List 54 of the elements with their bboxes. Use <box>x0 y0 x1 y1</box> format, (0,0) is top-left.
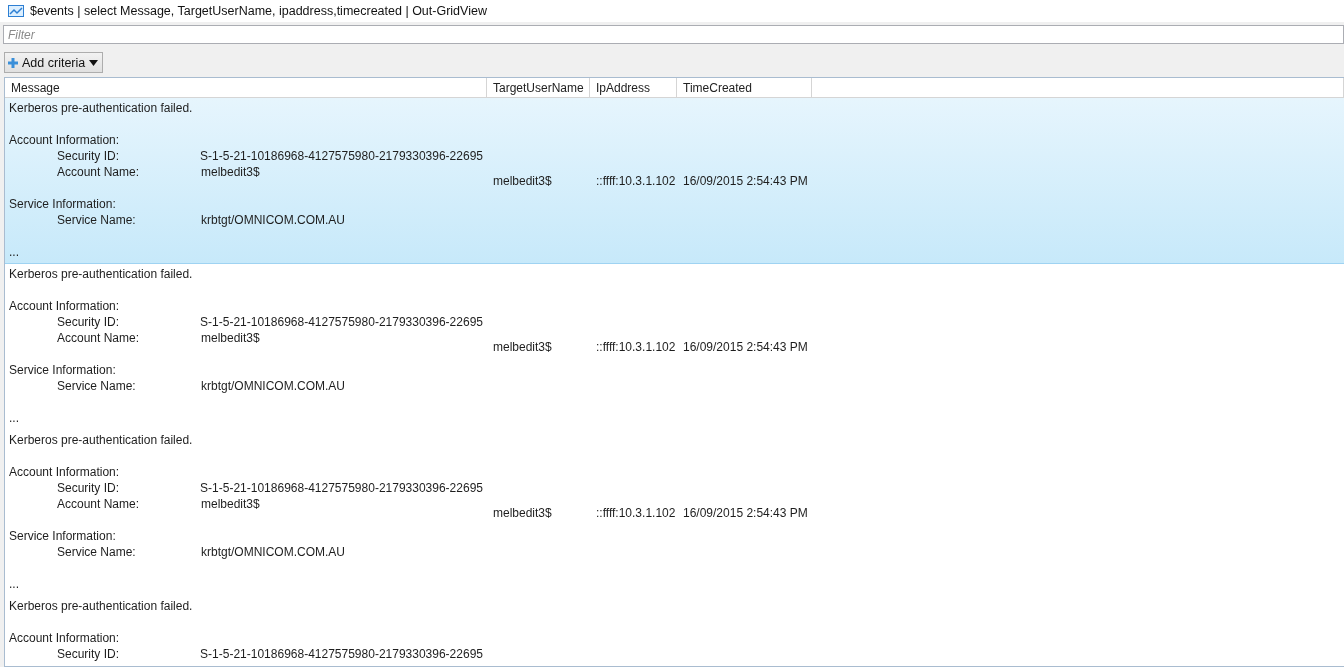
message-title: Kerberos pre-authentication failed. <box>9 432 194 448</box>
section-heading: Account Information: <box>9 132 121 148</box>
ellipsis: ... <box>9 244 20 260</box>
table-cell-text: ::ffff:10.3.1.102 <box>595 505 677 520</box>
table-cell-text: melbedit3$ <box>492 173 553 188</box>
field-value: melbedit3$ <box>201 496 260 512</box>
ellipsis: ... <box>9 576 20 592</box>
table-cell-text: 16/09/2015 2:54:43 PM <box>682 505 809 520</box>
field-label: Account Name: <box>56 330 141 346</box>
field-value: S-1-5-21-10186968-4127575980-2179330396-22695 <box>200 646 483 662</box>
message-title: Kerberos pre-authentication failed. <box>9 598 194 614</box>
filter-field[interactable]: Filter <box>3 25 1344 44</box>
field-value: S-1-5-21-10186968-4127575980-2179330396-22695 <box>200 314 483 330</box>
table-cell-text: 16/09/2015 2:54:43 PM <box>682 339 809 354</box>
field-label: Security ID: <box>56 646 120 662</box>
table-cell-text: 16/09/2015 2:54:43 PM <box>682 173 809 188</box>
field-label: Service Name: <box>56 378 137 394</box>
table-cell-text: ::ffff:10.3.1.102 <box>595 173 677 188</box>
message-title: Kerberos pre-authentication failed. <box>9 100 194 116</box>
field-label: Security ID: <box>56 480 120 496</box>
field-value: S-1-5-21-10186968-4127575980-2179330396-22695 <box>200 480 483 496</box>
field-value: melbedit3$ <box>201 330 260 346</box>
column-header[interactable]: IpAddress <box>590 78 677 97</box>
plus-icon <box>8 57 18 68</box>
section-heading: Service Information: <box>9 196 117 212</box>
add-criteria-button[interactable]: Add criteria <box>4 52 104 73</box>
field-value: krbtgt/OMNICOM.COM.AU <box>201 378 345 394</box>
field-value: S-1-5-21-10186968-4127575980-2179330396-22695 <box>200 148 483 164</box>
section-heading: Account Information: <box>9 630 121 646</box>
section-heading: Account Information: <box>9 464 121 480</box>
window-icon <box>8 5 24 17</box>
field-label: Account Name: <box>56 164 141 180</box>
window-title: $events | select Message, TargetUserName, ipaddress,timecreated | Out-GridView <box>30 4 487 18</box>
column-header[interactable]: TargetUserName <box>487 78 590 97</box>
field-value: krbtgt/OMNICOM.COM.AU <box>201 544 345 560</box>
field-value: melbedit3$ <box>201 164 260 180</box>
ellipsis: ... <box>9 410 20 426</box>
section-heading: Service Information: <box>9 528 117 544</box>
table-row[interactable] <box>5 98 1344 264</box>
column-header[interactable]: TimeCreated <box>677 78 812 97</box>
caret-icon <box>89 59 99 66</box>
table-cell-text: melbedit3$ <box>492 505 553 520</box>
field-label: Security ID: <box>56 314 120 330</box>
section-heading: Service Information: <box>9 362 117 378</box>
table-cell-text: ::ffff:10.3.1.102 <box>595 339 677 354</box>
field-value: krbtgt/OMNICOM.COM.AU <box>201 212 345 228</box>
field-label: Security ID: <box>56 148 120 164</box>
section-heading: Account Information: <box>9 298 121 314</box>
field-label: Service Name: <box>56 212 137 228</box>
field-label: Service Name: <box>56 544 137 560</box>
column-header[interactable]: Message <box>5 78 487 97</box>
field-label: Account Name: <box>56 496 141 512</box>
table-cell-text: melbedit3$ <box>492 339 553 354</box>
message-title: Kerberos pre-authentication failed. <box>9 266 194 282</box>
